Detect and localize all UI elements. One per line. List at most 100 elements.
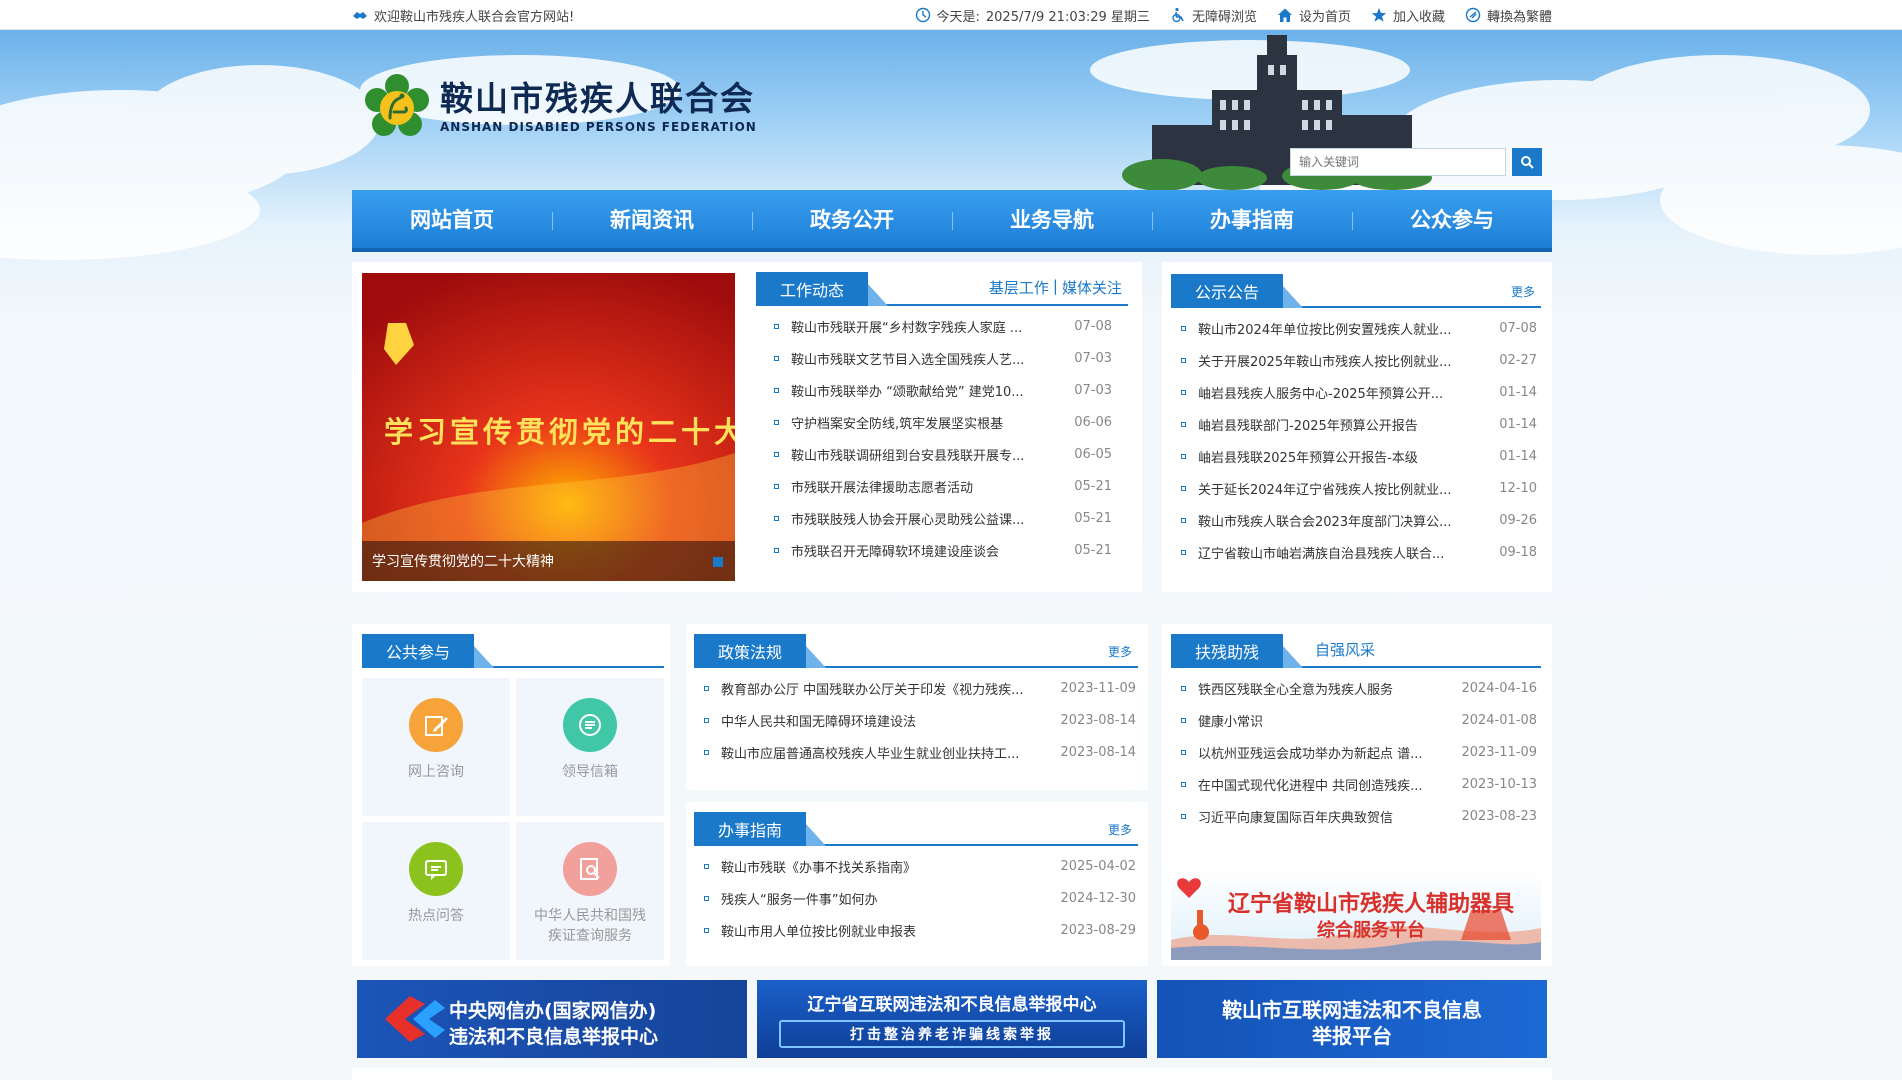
nav-news[interactable]: 新闻资讯	[552, 190, 752, 248]
banner2-line1: 辽宁省互联网违法和不良信息举报中心	[807, 995, 1097, 1015]
list-item[interactable]: 关于开展2025年鞍山市残疾人按比例就业... 02-27	[1181, 344, 1537, 376]
traditional-chinese-link[interactable]: 轉換為繁體	[1465, 6, 1552, 25]
search-input[interactable]	[1290, 148, 1506, 176]
list-item[interactable]: 残疾人“服务一件事”如何办 2024-12-30	[704, 882, 1136, 914]
list-item[interactable]: 在中国式现代化进程中 共同创造残疾... 2023-10-13	[1181, 768, 1537, 800]
list-item[interactable]: 鞍山市残联开展“乡村数字残疾人家庭 ... 07-08	[774, 310, 1112, 342]
tab-self-improvement[interactable]: 自强风采	[1315, 639, 1375, 660]
cac-report-center-banner[interactable]: 中央网信办(国家网信办) 违法和不良信息举报中心	[357, 980, 747, 1058]
banner2-line2: 打击整治养老诈骗线索举报	[850, 1027, 1054, 1043]
site-header: 鞍山市残疾人联合会 ANSHAN DISABIED PERSONS FEDERA…	[352, 30, 1552, 190]
featured-slide[interactable]: 学习宣传贯彻党的二十大精神 学习宣传贯彻党的二十大精神	[362, 273, 735, 581]
bullet-icon	[704, 717, 709, 723]
site-logo[interactable]: 鞍山市残疾人联合会 ANSHAN DISABIED PERSONS FEDERA…	[364, 74, 757, 140]
nav-government-affairs[interactable]: 政务公开	[752, 190, 952, 248]
item-date: 09-26	[1499, 512, 1537, 528]
handshake-icon	[353, 12, 367, 19]
bullet-icon	[704, 863, 709, 869]
federation-emblem-icon	[365, 74, 429, 136]
list-item[interactable]: 守护档案安全防线,筑牢发展坚实根基 06-06	[774, 406, 1112, 438]
item-title: 辽宁省鞍山市岫岩满族自治县残疾人联合...	[1198, 546, 1445, 562]
list-item[interactable]: 健康小常识 2024-01-08	[1181, 704, 1537, 736]
list-item[interactable]: 习近平向康复国际百年庆典致贺信 2023-08-23	[1181, 800, 1537, 832]
list-item[interactable]: 鞍山市残联《办事不找关系指南》 2025-04-02	[704, 850, 1136, 882]
tab-grassroots-work[interactable]: 基层工作	[989, 277, 1049, 298]
item-title: 关于延长2024年辽宁省残疾人按比例就业...	[1198, 482, 1452, 498]
list-item[interactable]: 鞍山市用人单位按比例就业申报表 2023-08-29	[704, 914, 1136, 946]
policy-list: 教育部办公厅 中国残联办公厅关于印发《视力残疾... 2023-11-09 中华人…	[694, 668, 1138, 768]
slide-indicator[interactable]	[713, 557, 723, 567]
tab-help-disabled[interactable]: 扶残助残	[1171, 634, 1304, 668]
item-date: 09-18	[1499, 544, 1537, 560]
item-title: 岫岩县残联2025年预算公开报告-本级	[1198, 450, 1418, 466]
anshan-report-platform-banner[interactable]: 鞍山市互联网违法和不良信息 举报平台	[1157, 980, 1547, 1058]
item-title: 以杭州亚残运会成功举办为新起点 谱...	[1198, 746, 1423, 762]
subtab-separator: |	[1052, 277, 1058, 295]
list-item[interactable]: 岫岩县残联2025年预算公开报告-本级 01-14	[1181, 440, 1537, 472]
banner1-line1: 中央网信办(国家网信办)	[449, 1000, 657, 1022]
bullet-icon	[1181, 485, 1186, 491]
star-icon	[1371, 8, 1387, 22]
liaoning-report-center-banner[interactable]: 辽宁省互联网违法和不良信息举报中心 打击整治养老诈骗线索举报	[757, 980, 1147, 1058]
list-item[interactable]: 鞍山市应届普通高校残疾人毕业生就业创业扶持工... 2023-08-14	[704, 736, 1136, 768]
top-utility-bar: 欢迎鞍山市残疾人联合会官方网站! 今天是: 2025/7/9 21:03:29 星…	[0, 0, 1902, 30]
tab-notices[interactable]: 公示公告	[1171, 274, 1304, 308]
item-date: 07-08	[1074, 318, 1112, 334]
item-date: 01-14	[1499, 448, 1537, 464]
notice-more-link[interactable]: 更多	[1511, 283, 1535, 300]
policy-more-link[interactable]: 更多	[1108, 643, 1132, 660]
list-item[interactable]: 中华人民共和国无障碍环境建设法 2023-08-14	[704, 704, 1136, 736]
public-participation-header: 公共参与	[362, 634, 664, 668]
search-button[interactable]	[1512, 148, 1542, 176]
today-label: 今天是:	[936, 9, 980, 25]
accessibility-link[interactable]: 无障碍浏览	[1170, 6, 1257, 25]
bullet-icon	[774, 515, 779, 521]
assistive-devices-platform-banner[interactable]: 辽宁省鞍山市残疾人辅助器具 综合服务平台	[1171, 870, 1541, 960]
leader-mailbox-tile[interactable]: 领导信箱	[516, 678, 664, 816]
list-item[interactable]: 鞍山市残联文艺节目入选全国残疾人艺... 07-03	[774, 342, 1112, 374]
set-home-link[interactable]: 设为首页	[1277, 6, 1351, 25]
item-date: 2023-08-14	[1060, 712, 1136, 728]
list-item[interactable]: 岫岩县残联部门-2025年预算公开报告 01-14	[1181, 408, 1537, 440]
list-item[interactable]: 鞍山市残联举办 “颂歌献给党” 建党10... 07-03	[774, 374, 1112, 406]
nav-service-guide[interactable]: 办事指南	[1152, 190, 1352, 248]
bullet-icon	[1181, 421, 1186, 427]
tab-service-guide[interactable]: 办事指南	[694, 812, 827, 846]
bullet-icon	[1181, 685, 1186, 691]
item-date: 2023-08-14	[1060, 744, 1136, 760]
list-item[interactable]: 辽宁省鞍山市岫岩满族自治县残疾人联合... 09-18	[1181, 536, 1537, 568]
list-item[interactable]: 关于延长2024年辽宁省残疾人按比例就业... 12-10	[1181, 472, 1537, 504]
clock-icon	[915, 7, 930, 23]
list-item[interactable]: 以杭州亚残运会成功举办为新起点 谱... 2023-11-09	[1181, 736, 1537, 768]
list-item[interactable]: 岫岩县残疾人服务中心-2025年预算公开... 01-14	[1181, 376, 1537, 408]
tab-public-participation[interactable]: 公共参与	[362, 634, 495, 668]
bullet-icon	[774, 323, 779, 329]
hot-qa-tile[interactable]: 热点问答	[362, 822, 510, 960]
tab-work-news[interactable]: 工作动态	[756, 272, 889, 306]
nav-home[interactable]: 网站首页	[352, 190, 552, 248]
nav-business-guide[interactable]: 业务导航	[952, 190, 1152, 248]
work-news-list: 鞍山市残联开展“乡村数字残疾人家庭 ... 07-08 鞍山市残联文艺节目入选全国…	[756, 306, 1128, 566]
list-item[interactable]: 教育部办公厅 中国残联办公厅关于印发《视力残疾... 2023-11-09	[704, 672, 1136, 704]
work-news-section: 工作动态 基层工作 | 媒体关注 鞍山市残联开展“乡村数字残疾人家庭 ... 07…	[756, 272, 1128, 566]
bullet-icon	[1181, 389, 1186, 395]
list-item[interactable]: 铁西区残联全心全意为残疾人服务 2024-04-16	[1181, 672, 1537, 704]
datetime-value: 2025/7/9 21:03:29 星期三	[985, 9, 1150, 25]
online-consultation-tile[interactable]: 网上咨询	[362, 678, 510, 816]
list-item[interactable]: 鞍山市残疾人联合会2023年度部门决算公... 09-26	[1181, 504, 1537, 536]
list-item[interactable]: 鞍山市2024年单位按比例安置残疾人就业... 07-08	[1181, 312, 1537, 344]
bullet-icon	[704, 927, 709, 933]
item-title: 鞍山市残联调研组到台安县残联开展专...	[791, 448, 1025, 464]
guide-more-link[interactable]: 更多	[1108, 821, 1132, 838]
add-favorite-link[interactable]: 加入收藏	[1371, 6, 1445, 25]
list-item[interactable]: 市残联肢残人协会开展心灵助残公益课... 05-21	[774, 502, 1112, 534]
list-item[interactable]: 市残联召开无障碍软环境建设座谈会 05-21	[774, 534, 1112, 566]
list-item[interactable]: 市残联开展法律援助志愿者活动 05-21	[774, 470, 1112, 502]
nav-public-participation[interactable]: 公众参与	[1352, 190, 1552, 248]
notice-header: 公示公告 更多	[1171, 274, 1541, 308]
list-item[interactable]: 鞍山市残联调研组到台安县残联开展专... 06-05	[774, 438, 1112, 470]
tab-policy[interactable]: 政策法规	[694, 634, 827, 668]
tab-media-focus[interactable]: 媒体关注	[1062, 277, 1122, 298]
disability-cert-query-tile[interactable]: 中华人民共和国残 疾证查询服务	[516, 822, 664, 960]
bullet-icon	[1181, 453, 1186, 459]
